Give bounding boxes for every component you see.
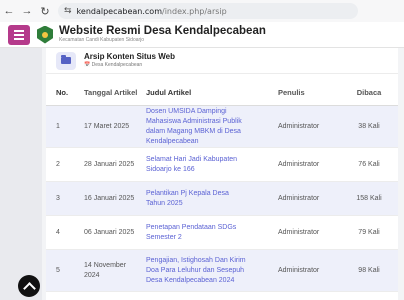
header-date: Tanggal Artikel (84, 88, 138, 97)
article-link[interactable]: Pengajian, Istighosah Dan Kirim Doa Para… (146, 256, 248, 286)
table-row: 2 28 Januari 2025 Selamat Hari Jadi Kabu… (46, 148, 398, 182)
cell-no: 1 (56, 123, 60, 130)
article-link[interactable]: Dosen UMSIDA Dampingi Mahasiswa Administ… (146, 107, 248, 147)
cell-no: 4 (56, 229, 60, 236)
back-icon[interactable]: ← (0, 0, 18, 22)
folder-icon (56, 51, 76, 70)
cell-date: 14 November 2024 (84, 261, 127, 279)
cell-reads: 158 Kali (356, 194, 382, 202)
site-settings-icon[interactable]: ⇆ (64, 6, 72, 16)
archive-card: Arsip Konten Situs Web 📅 Desa Kendalpeca… (46, 48, 398, 300)
header-no: No. (56, 88, 69, 97)
header-title: Judul Artikel (146, 88, 192, 97)
cell-date: 17 Maret 2025 (84, 122, 130, 130)
cell-reads: 76 Kali (358, 160, 380, 168)
forward-icon[interactable]: → (18, 0, 36, 22)
cell-author: Administrator (278, 267, 320, 274)
url-path: /index.php/arsip (162, 6, 227, 16)
table-row: 3 16 Januari 2025 Pelantikan Pj Kepala D… (46, 182, 398, 216)
header-reads: Dibaca (356, 88, 382, 97)
cell-date: 28 Januari 2025 (84, 160, 135, 168)
card-title: Arsip Konten Situs Web (84, 52, 175, 61)
browser-toolbar: ← → ↻ ⇆ kendalpecabean.com/index.php/ars… (0, 0, 404, 22)
menu-icon[interactable] (8, 24, 30, 45)
sidebar-rail (0, 48, 42, 300)
cell-author: Administrator (278, 161, 320, 168)
header-author: Penulis (278, 88, 305, 97)
cell-author: Administrator (278, 123, 320, 130)
site-header: Website Resmi Desa Kendalpecabean Kecama… (0, 22, 404, 48)
cell-date: 06 Januari 2025 (84, 228, 135, 236)
article-link[interactable]: Penetapan Pendataan SDGs Semester 2 (146, 223, 248, 243)
cell-date: 16 Januari 2025 (84, 194, 135, 202)
article-link[interactable]: Pelantikan Pj Kepala Desa Tahun 2025 (146, 189, 248, 209)
url-host: kendalpecabean.com (76, 6, 162, 16)
village-logo-icon (37, 25, 53, 44)
reload-icon[interactable]: ↻ (36, 0, 54, 22)
table-row: 5 14 November 2024 Pengajian, Istighosah… (46, 250, 398, 292)
table-header: No. Tanggal Artikel Judul Artikel Penuli… (46, 80, 398, 106)
cell-author: Administrator (278, 229, 320, 236)
table-row: 1 17 Maret 2025 Dosen UMSIDA Dampingi Ma… (46, 106, 398, 148)
cell-no: 5 (56, 267, 60, 274)
card-subtitle: 📅 Desa Kendalpecabean (84, 62, 143, 68)
cell-reads: 79 Kali (358, 228, 380, 236)
card-header: Arsip Konten Situs Web 📅 Desa Kendalpeca… (46, 48, 398, 74)
cell-no: 3 (56, 195, 60, 202)
scroll-to-top-button[interactable] (18, 275, 40, 297)
table-row: 4 06 Januari 2025 Penetapan Pendataan SD… (46, 216, 398, 250)
cell-reads: 38 Kali (358, 122, 380, 130)
address-bar[interactable]: ⇆ kendalpecabean.com/index.php/arsip (58, 3, 358, 19)
site-title: Website Resmi Desa Kendalpecabean (59, 25, 266, 37)
site-subtitle: Kecamatan Candi Kabupaten Sidoarjo (59, 37, 145, 43)
article-link[interactable]: Selamat Hari Jadi Kabupaten Sidoarjo ke … (146, 155, 248, 175)
cell-reads: 98 Kali (358, 266, 380, 274)
cell-no: 2 (56, 161, 60, 168)
cell-author: Administrator (278, 195, 320, 202)
